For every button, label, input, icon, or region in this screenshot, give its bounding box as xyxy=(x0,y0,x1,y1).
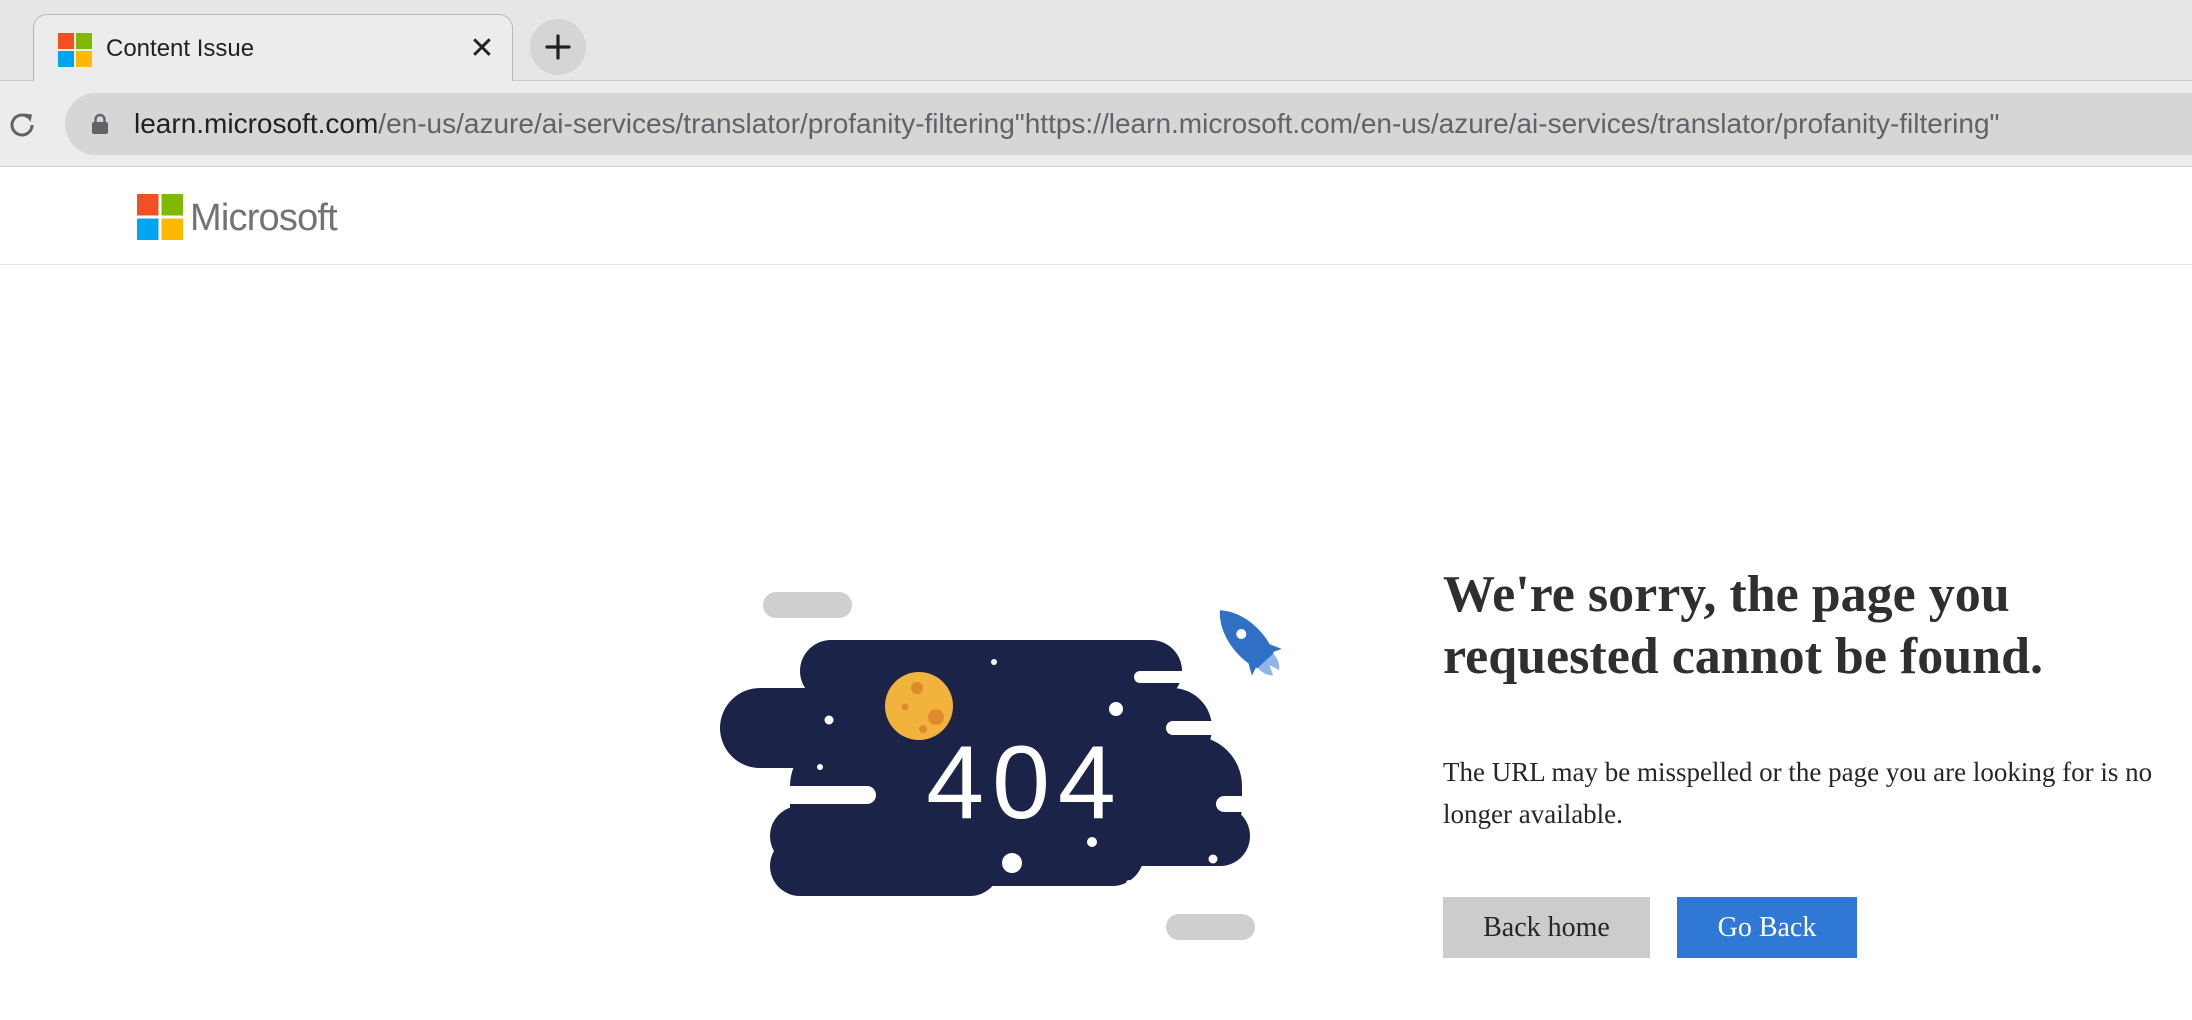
address-bar[interactable]: learn.microsoft.com/en-us/azure/ai-servi… xyxy=(65,93,2192,155)
go-back-button[interactable]: Go Back xyxy=(1677,897,1857,958)
back-home-button[interactable]: Back home xyxy=(1443,897,1650,958)
new-tab-button[interactable] xyxy=(530,19,586,75)
error-code: 404 xyxy=(926,725,1124,841)
microsoft-wordmark[interactable]: Microsoft xyxy=(190,195,338,241)
address-url: learn.microsoft.com/en-us/azure/ai-servi… xyxy=(134,106,1999,142)
url-host: learn.microsoft.com xyxy=(134,108,379,139)
microsoft-logo-icon[interactable] xyxy=(137,194,183,240)
tab-title: Content Issue xyxy=(106,35,255,62)
404-space-illustration: 404 xyxy=(716,592,1316,940)
grey-cloud-top xyxy=(763,592,852,618)
microsoft-favicon-icon xyxy=(58,33,92,67)
plus-icon xyxy=(545,34,571,60)
site-header: Microsoft xyxy=(0,168,2192,265)
lock-icon[interactable] xyxy=(91,113,109,135)
browser-tab[interactable]: Content Issue ✕ xyxy=(33,14,513,82)
url-path: /en-us/azure/ai-services/translator/prof… xyxy=(378,108,2000,139)
error-message: The URL may be misspelled or the page yo… xyxy=(1443,757,2153,829)
browser-toolbar: learn.microsoft.com/en-us/azure/ai-servi… xyxy=(0,81,2192,167)
tab-close-icon[interactable]: ✕ xyxy=(466,33,498,65)
reload-icon[interactable] xyxy=(6,109,38,141)
grey-cloud-bottom xyxy=(1166,914,1255,940)
browser-tab-strip: Content Issue ✕ xyxy=(0,0,2192,82)
error-title: We're sorry, the page you requested cann… xyxy=(1443,566,2044,685)
